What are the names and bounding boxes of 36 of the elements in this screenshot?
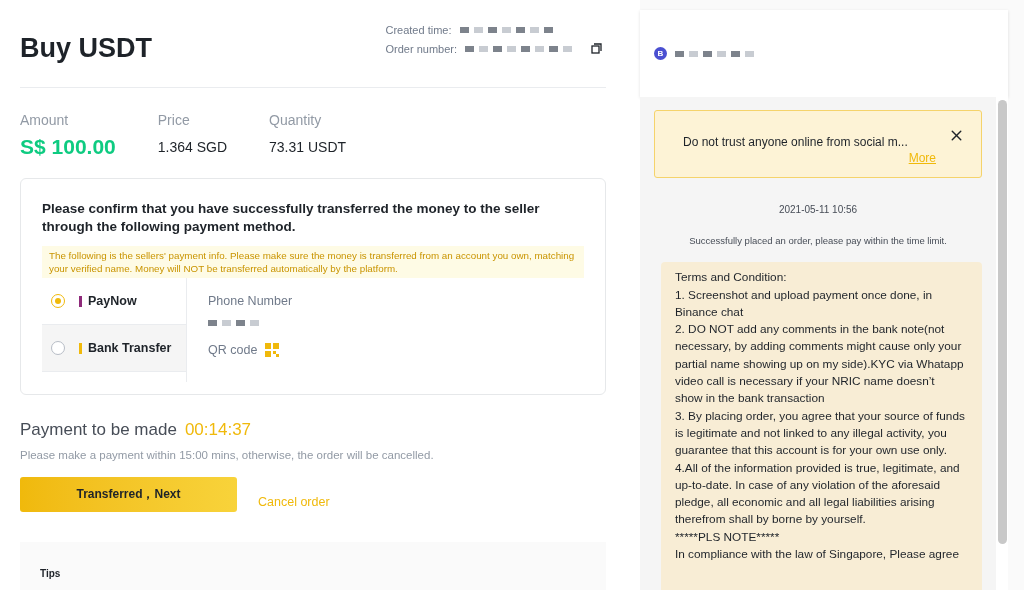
summary-label: Amount <box>20 110 70 130</box>
payment-method-tab[interactable]: Bank Transfer <box>42 325 186 372</box>
order-number-label: Order number: <box>385 41 457 57</box>
summary-value: S$ 100.00 <box>20 133 116 160</box>
radio-button[interactable] <box>51 341 65 355</box>
summary-label: Price <box>157 110 191 130</box>
summary-value: 73.31 USDT <box>269 137 347 157</box>
payment-note: Please make a payment within 15:00 mins, otherwise, the order will be cancelled. <box>20 447 435 463</box>
payment-title: Payment to be made <box>20 419 177 441</box>
system-message: Successfully placed an order, please pay within the time limit. <box>689 234 947 248</box>
message-text: 3. By placing order, you agree that your source of funds is legitimate and not linked to any illegal activity, you guarantee that this account is for your own use only. <box>675 407 965 460</box>
summary-label: Quantity <box>269 110 323 130</box>
copy-icon[interactable] <box>591 43 602 55</box>
warning-text: Do not trust anyone online from social m... <box>683 135 908 149</box>
avatar: B <box>654 47 667 60</box>
seller-notice: The following is the sellers' payment info. Please make sure the money is transferred from an account you own, matching your verified name. Money will NOT be transferred automatically by the platform. <box>42 246 584 278</box>
scrollbar-thumb[interactable] <box>997 100 1007 544</box>
message-text: *****PLS NOTE***** <box>675 528 781 546</box>
qr-code-icon[interactable] <box>265 343 280 358</box>
method-label: PayNow <box>88 292 137 310</box>
qr-code-label: QR code <box>208 341 258 359</box>
message-text: 2. DO NOT add any comments in the bank note(not necessary, by adding comments might cause only your partial name showing up on my side).KYC via Whatapp video call is necessary if your NRIC name doesn’t show in the bank transaction <box>675 321 965 408</box>
phone-number-label: Phone Number <box>208 293 293 310</box>
method-label: Bank Transfer <box>88 339 172 357</box>
confirm-instruction: Please confirm that you have successfully transferred the money to the seller through the following payment method. <box>42 200 541 236</box>
message-text: 1. Screenshot and upload payment once done, in Binance chat <box>675 286 934 321</box>
created-time-label: Created time: <box>385 23 452 38</box>
transferred-next-button[interactable]: Transferred，Next <box>20 476 237 512</box>
message-date: 2021-05-11 10:56 <box>778 203 858 217</box>
page-title: Buy USDT <box>20 32 152 65</box>
summary-value: 1.364 SGD <box>157 137 228 157</box>
tips-title: Tips <box>40 567 61 579</box>
countdown-timer: 00:14:37 <box>184 419 252 441</box>
message-text: In compliance with the law of Singapore, Please agree <box>675 546 960 563</box>
message-text: 4.All of the information provided is true, legitimate, and up-to-date. In case of any violation of the aforesaid pledge, all economic and all legal liabilities arising therefrom shall by borne by yourself. <box>675 459 961 529</box>
message-text: Terms and Condition: <box>675 269 788 287</box>
